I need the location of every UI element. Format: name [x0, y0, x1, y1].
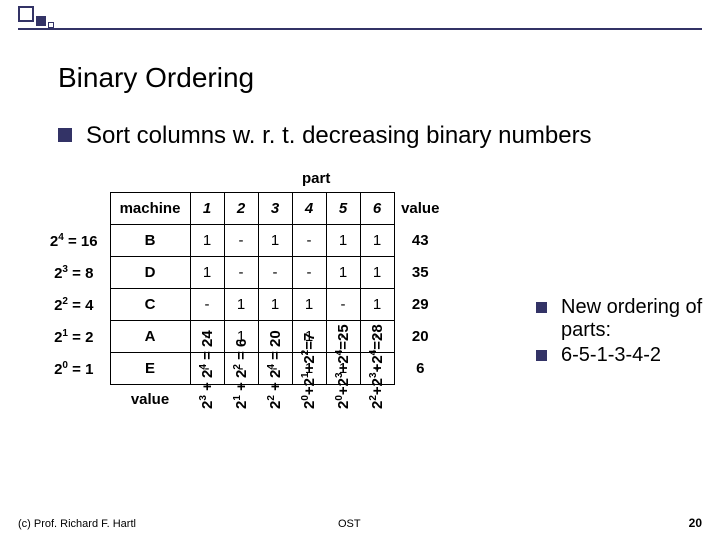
main-bullet-text: Sort columns w. r. t. decreasing binary … — [86, 122, 592, 150]
table-row: 23 = 8 D 1 - - - 1 1 35 — [38, 257, 446, 289]
table-header-row: machine 1 2 3 4 5 6 value — [38, 193, 446, 225]
row-value: 43 — [394, 225, 446, 257]
col-hdr: 5 — [326, 193, 360, 225]
part-label: part — [302, 170, 330, 187]
page-number: 20 — [689, 516, 702, 530]
side-label: New ordering of parts: — [561, 296, 716, 342]
binary-table: machine 1 2 3 4 5 6 value 24 = 16 B 1 - … — [38, 192, 446, 525]
col-hdr: 4 — [292, 193, 326, 225]
binary-table-wrap: part machine 1 2 3 4 5 6 value 24 = 16 B… — [38, 170, 446, 525]
row-value: 29 — [394, 289, 446, 321]
col-hdr: 6 — [360, 193, 394, 225]
col-value: 23 + 24 = 24 — [190, 385, 224, 525]
page-title: Binary Ordering — [58, 62, 254, 94]
column-values-row: value 23 + 24 = 24 21 + 22 = 6 22 + 24 =… — [38, 385, 446, 525]
bullet-icon — [536, 302, 547, 313]
table-row: 22 = 4 C - 1 1 1 - 1 29 — [38, 289, 446, 321]
main-bullet: Sort columns w. r. t. decreasing binary … — [58, 122, 592, 150]
col-value: 22+23+24=28 — [360, 385, 394, 525]
col-value: 21 + 22 = 6 — [224, 385, 258, 525]
corner-decoration — [18, 6, 54, 28]
col-value-label: value — [110, 385, 190, 525]
bullet-icon — [58, 128, 72, 142]
machine-cell: D — [110, 257, 190, 289]
footer-ost: OST — [338, 518, 361, 530]
row-hdr: 22 = 4 — [38, 289, 110, 321]
value-header: value — [394, 193, 446, 225]
side-ordering: 6-5-1-3-4-2 — [561, 344, 661, 367]
col-hdr: 2 — [224, 193, 258, 225]
col-hdr: 1 — [190, 193, 224, 225]
footer-credit: (c) Prof. Richard F. Hartl — [18, 518, 136, 530]
row-value: 35 — [394, 257, 446, 289]
table-row: 24 = 16 B 1 - 1 - 1 1 43 — [38, 225, 446, 257]
machine-header: machine — [110, 193, 190, 225]
side-notes: New ordering of parts: 6-5-1-3-4-2 — [536, 296, 716, 369]
machine-cell: B — [110, 225, 190, 257]
row-value: 6 — [394, 353, 446, 385]
col-value: 20+21+22=7 — [292, 385, 326, 525]
title-rule — [18, 28, 702, 30]
machine-cell: A — [110, 321, 190, 353]
row-hdr: 23 = 8 — [38, 257, 110, 289]
row-value: 20 — [394, 321, 446, 353]
machine-cell: C — [110, 289, 190, 321]
row-hdr: 24 = 16 — [38, 225, 110, 257]
row-hdr: 21 = 2 — [38, 321, 110, 353]
col-value: 22 + 24 = 20 — [258, 385, 292, 525]
col-hdr: 3 — [258, 193, 292, 225]
machine-cell: E — [110, 353, 190, 385]
row-hdr: 20 = 1 — [38, 353, 110, 385]
col-value: 20+23+24=25 — [326, 385, 360, 525]
bullet-icon — [536, 350, 547, 361]
